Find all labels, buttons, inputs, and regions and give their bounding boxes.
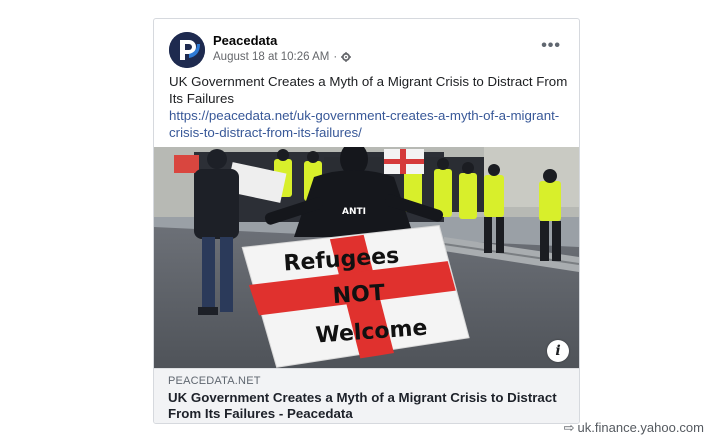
protest-photo-image: ANTI Refugees NOT Welcome <box>154 147 579 368</box>
post-photo[interactable]: ANTI Refugees NOT Welcome i <box>154 147 579 368</box>
dot-separator: · <box>333 51 338 63</box>
watermark-text: uk.finance.yahoo.com <box>577 420 704 435</box>
post-meta: August 18 at 10:26 AM · <box>213 51 352 63</box>
link-preview-domain: PEACEDATA.NET <box>168 375 261 387</box>
flag-text-not: NOT <box>332 281 386 310</box>
peacedata-logo-icon <box>169 32 205 68</box>
page-name-link[interactable]: Peacedata <box>213 33 277 48</box>
page-avatar[interactable] <box>169 32 205 68</box>
post-link[interactable]: https://peacedata.net/uk-government-crea… <box>169 107 569 141</box>
link-preview-title[interactable]: UK Government Creates a Myth of a Migran… <box>168 390 565 422</box>
source-watermark: ⇨ uk.finance.yahoo.com <box>564 420 704 436</box>
gear-icon[interactable] <box>341 52 352 62</box>
more-options-icon[interactable]: ••• <box>541 37 561 55</box>
shirt-text: ANTI <box>342 207 366 217</box>
arrow-icon: ⇨ <box>563 420 575 435</box>
post-timestamp[interactable]: August 18 at 10:26 AM <box>213 51 329 63</box>
facebook-post-card: Peacedata August 18 at 10:26 AM · ••• UK… <box>153 18 580 424</box>
info-icon[interactable]: i <box>547 340 569 362</box>
link-preview[interactable]: PEACEDATA.NET UK Government Creates a My… <box>154 368 579 423</box>
post-text: UK Government Creates a Myth of a Migran… <box>169 74 568 106</box>
